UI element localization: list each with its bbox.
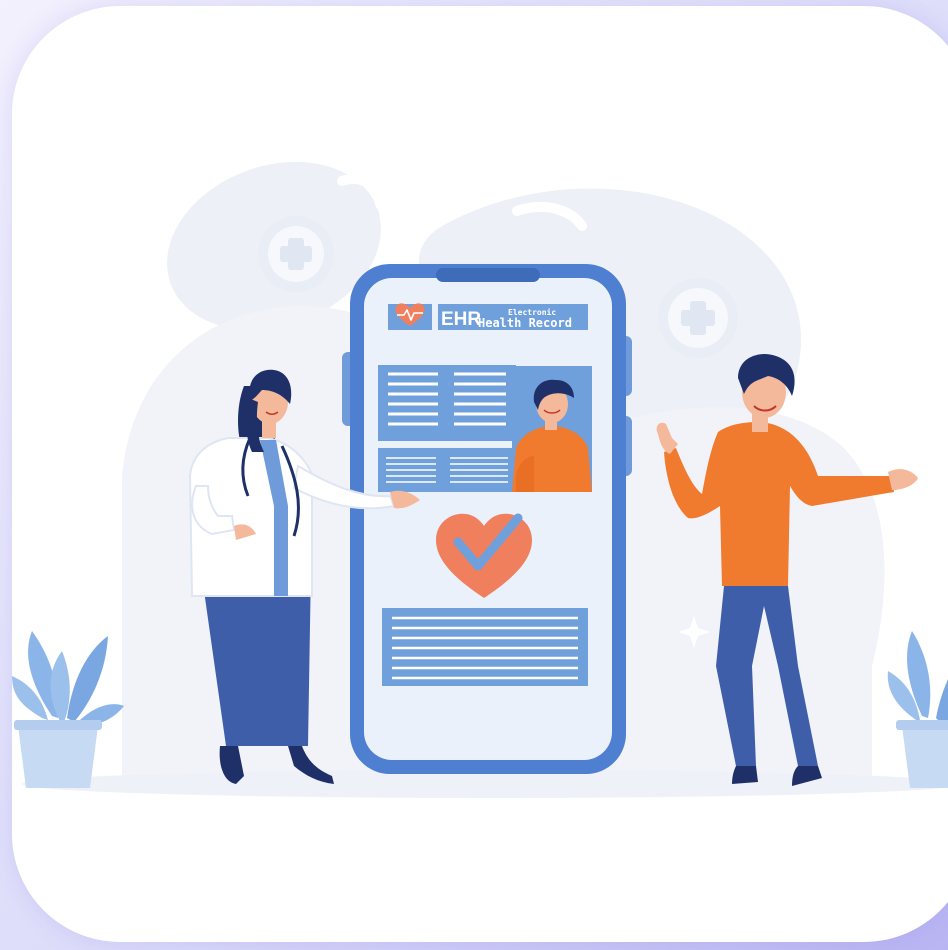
app-icon-card: EHR Electronic Health Record — [12, 6, 948, 942]
ehr-abbreviation: EHR — [441, 309, 481, 330]
record-text-panel-small — [378, 448, 516, 492]
smartphone — [342, 264, 632, 774]
ehr-header: EHR Electronic Health Record — [388, 303, 588, 330]
record-notes-panel — [382, 608, 588, 686]
patient-photo — [512, 366, 592, 492]
medical-cross-icon — [658, 278, 738, 358]
medical-cross-icon — [258, 216, 334, 292]
record-text-panel — [378, 365, 516, 441]
ehr-subtitle-health-record: Health Record — [478, 316, 572, 330]
right-plant — [887, 631, 948, 788]
left-plant — [12, 631, 124, 788]
ehr-illustration: EHR Electronic Health Record — [12, 161, 948, 798]
